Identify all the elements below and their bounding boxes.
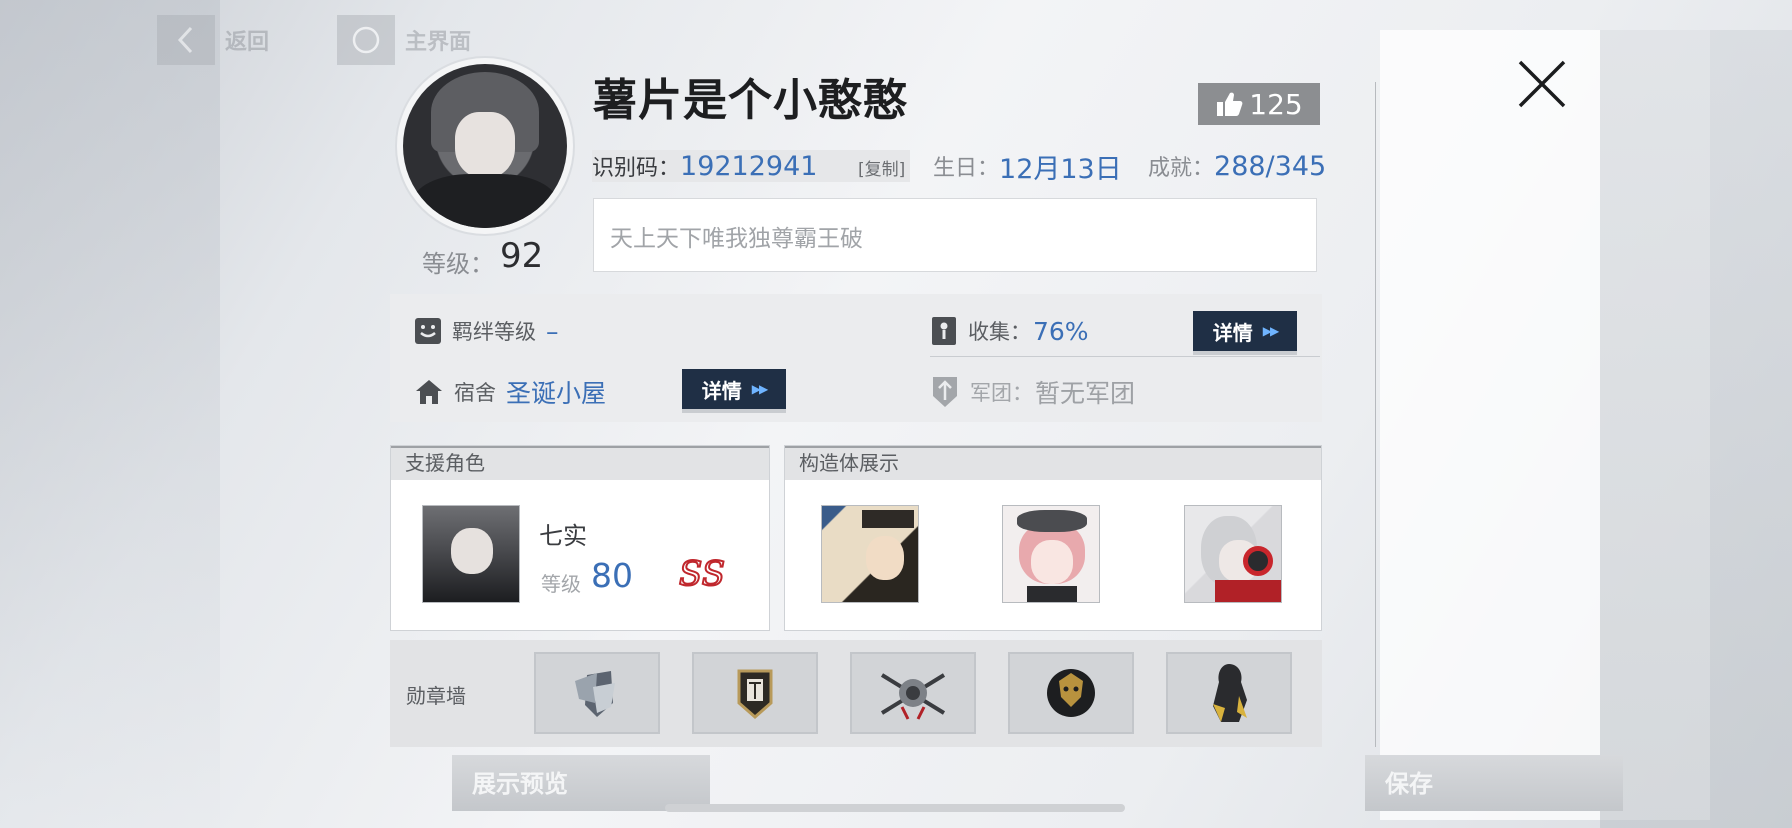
- dorm-detail-label: 详情: [701, 378, 742, 403]
- guild-icon: [933, 377, 957, 407]
- back-label: 返回: [225, 30, 270, 55]
- close-icon: [1518, 60, 1566, 108]
- showcase-portrait-1[interactable]: [821, 505, 919, 603]
- medal-slot-1[interactable]: [534, 652, 660, 734]
- copy-id-button[interactable]: [复制]: [858, 155, 905, 180]
- beast-medal-icon: [1047, 669, 1095, 717]
- dorm-detail-button[interactable]: 详情 ▶▶: [682, 369, 786, 409]
- showcase-title: 构造体展示: [785, 446, 1321, 480]
- collection-detail-button[interactable]: 详情 ▶▶: [1193, 311, 1297, 351]
- motto-field[interactable]: 天上天下唯我独尊霸王破: [593, 198, 1317, 272]
- showcase-portrait-2[interactable]: [1002, 505, 1100, 603]
- support-level-label: 等级: [541, 572, 581, 596]
- guild-label: 军团：: [970, 381, 1033, 405]
- medal-wall-label: 勋章墙: [406, 684, 466, 708]
- support-name: 七实: [539, 522, 587, 550]
- support-portrait[interactable]: [422, 505, 520, 603]
- player-level-value: 92: [500, 236, 544, 276]
- home-label: 主界面: [405, 30, 472, 55]
- dorm-value: 圣诞小屋: [506, 379, 607, 408]
- bond-label: 羁绊等级: [452, 320, 536, 344]
- support-card: 支援角色 七实 等级 80 SS: [390, 445, 770, 631]
- wing-shield-medal-icon: [575, 671, 615, 717]
- showcase-portrait-3[interactable]: [1184, 505, 1282, 603]
- id-label: 识别码：: [592, 156, 681, 181]
- likes-count: 125: [1249, 87, 1303, 121]
- birthday-label: 生日：: [933, 156, 1000, 181]
- collection-label: 收集：: [968, 320, 1031, 344]
- dorm-icon: [416, 380, 442, 404]
- support-level-value: 80: [591, 556, 633, 595]
- bond-row: 羁绊等级 –: [414, 316, 559, 346]
- back-button[interactable]: 返回: [157, 15, 269, 65]
- medal-slot-2[interactable]: [692, 652, 818, 734]
- collection-value: 76%: [1033, 316, 1089, 346]
- player-name: 薯片是个小憨憨: [593, 75, 908, 126]
- birthday-row: 生日： 12月13日: [933, 150, 1122, 185]
- emblem-medal-icon: [737, 669, 773, 719]
- save-button[interactable]: 保存: [1365, 755, 1623, 811]
- dorm-row: 宿舍 圣诞小屋: [414, 374, 606, 410]
- figure-medal-icon: [1213, 664, 1247, 722]
- birthday-value: 12月13日: [999, 153, 1122, 185]
- achievement-value: 288/345: [1214, 150, 1327, 182]
- panel-divider: [1375, 82, 1376, 747]
- showcase-card: 构造体展示: [784, 445, 1322, 631]
- preview-button[interactable]: 展示预览: [452, 755, 710, 811]
- guild-row: 军团： 暂无军团: [932, 374, 1135, 410]
- medal-slot-3[interactable]: [850, 652, 976, 734]
- collection-detail-label: 详情: [1212, 320, 1253, 345]
- medal-wall: 勋章墙: [390, 640, 1322, 747]
- scrollbar[interactable]: [665, 804, 1125, 812]
- achievement-label: 成就：: [1148, 156, 1215, 181]
- bond-icon: [415, 318, 441, 344]
- support-title: 支援角色: [391, 446, 769, 480]
- thumbs-up-icon: [1217, 92, 1243, 116]
- background-shade-left: [0, 0, 220, 828]
- dorm-label: 宿舍: [454, 381, 496, 405]
- medal-slot-5[interactable]: [1166, 652, 1292, 734]
- close-button[interactable]: [1514, 56, 1570, 112]
- collection-icon: [932, 317, 956, 345]
- double-arrow-icon: ▶▶: [751, 382, 769, 396]
- bond-value: –: [546, 316, 559, 346]
- background-shade-right: [1600, 30, 1792, 828]
- home-icon: [337, 15, 395, 65]
- guild-value: 暂无军团: [1035, 379, 1136, 408]
- home-button[interactable]: 主界面: [337, 15, 471, 65]
- crossed-blades-medal-icon: [880, 673, 946, 720]
- medal-slot-4[interactable]: [1008, 652, 1134, 734]
- achievement-row: 成就： 288/345: [1148, 150, 1326, 182]
- double-arrow-icon: ▶▶: [1262, 324, 1280, 338]
- id-value: 19212941: [680, 150, 818, 182]
- info-divider: [930, 356, 1320, 357]
- id-row: 识别码： 19212941: [592, 150, 817, 182]
- avatar[interactable]: [403, 64, 567, 228]
- support-rank: SS: [678, 553, 726, 595]
- likes-badge[interactable]: 125: [1198, 83, 1320, 125]
- collection-row: 收集： 76%: [932, 316, 1089, 346]
- back-icon: [157, 15, 215, 65]
- player-level-label: 等级：: [422, 250, 494, 278]
